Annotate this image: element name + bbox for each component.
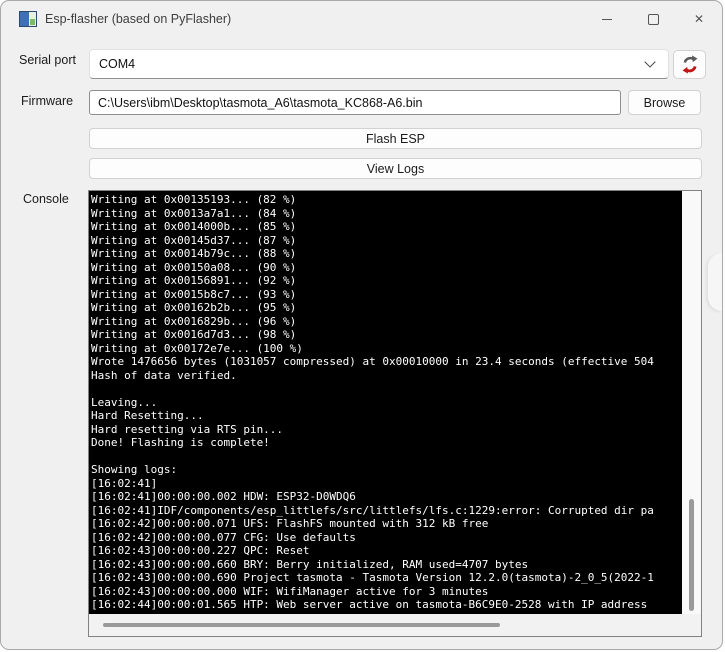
console-label: Console <box>23 192 69 206</box>
console-line: [16:02:42]00:00:00.071 UFS: FlashFS moun… <box>91 517 682 531</box>
flash-esp-button-label: Flash ESP <box>366 132 425 146</box>
console-line: [16:02:43]00:00:00.660 BRY: Berry initia… <box>91 558 682 572</box>
minimize-button[interactable] <box>584 1 630 37</box>
vertical-scrollbar-thumb[interactable] <box>689 499 694 611</box>
serial-port-label: Serial port <box>19 53 76 67</box>
title-bar[interactable]: Esp-flasher (based on PyFlasher) ✕ <box>1 1 722 37</box>
maximize-button[interactable] <box>630 1 676 37</box>
maximize-icon <box>648 14 659 25</box>
view-logs-button-label: View Logs <box>367 162 424 176</box>
console-vertical-scrollbar[interactable] <box>682 191 701 614</box>
view-logs-button[interactable]: View Logs <box>89 158 702 179</box>
console-line: [16:02:44]00:00:01.565 HTP: Web server a… <box>91 598 682 612</box>
console-horizontal-scrollbar[interactable] <box>89 614 701 636</box>
close-button[interactable]: ✕ <box>676 1 722 37</box>
browse-button[interactable]: Browse <box>628 90 701 115</box>
flash-esp-button[interactable]: Flash ESP <box>89 128 702 149</box>
console-line: [16:02:43]00:00:00.000 WIF: WifiManager … <box>91 585 682 599</box>
firmware-path-value: C:\Users\ibm\Desktop\tasmota_A6\tasmota_… <box>90 96 422 110</box>
serial-port-value: COM4 <box>90 57 646 71</box>
refresh-icon <box>680 55 700 74</box>
edge-peek-handle <box>708 253 722 311</box>
console-line: Hash of data verified. <box>91 369 682 383</box>
console-output[interactable]: Writing at 0x00135193... (82 %)Writing a… <box>88 190 702 637</box>
console-line: Writing at 0x00172e7e... (100 %) <box>91 342 682 356</box>
browse-button-label: Browse <box>644 96 686 110</box>
close-icon: ✕ <box>694 13 704 25</box>
console-line: [16:02:43]00:00:00.227 QPC: Reset <box>91 544 682 558</box>
console-line: Writing at 0x00156891... (92 %) <box>91 274 682 288</box>
console-text-area[interactable]: Writing at 0x00135193... (82 %)Writing a… <box>89 191 682 614</box>
console-line: Hard Resetting... <box>91 409 682 423</box>
console-line: [16:02:41]IDF/components/esp_littlefs/sr… <box>91 504 682 518</box>
console-line: [16:02:41] <box>91 477 682 491</box>
firmware-path-input[interactable]: C:\Users\ibm\Desktop\tasmota_A6\tasmota_… <box>89 90 621 115</box>
console-line: Writing at 0x0016d7d3... (98 %) <box>91 328 682 342</box>
console-line: Writing at 0x0014000b... (85 %) <box>91 220 682 234</box>
chevron-down-icon <box>644 56 655 67</box>
serial-port-combobox[interactable]: COM4 <box>89 49 669 79</box>
console-line: Writing at 0x00145d37... (87 %) <box>91 234 682 248</box>
minimize-icon <box>602 19 612 20</box>
firmware-label: Firmware <box>21 94 73 108</box>
console-line: Hard resetting via RTS pin... <box>91 423 682 437</box>
console-line: Writing at 0x00135193... (82 %) <box>91 193 682 207</box>
console-line: Leaving... <box>91 396 682 410</box>
refresh-ports-button[interactable] <box>673 50 706 79</box>
console-line <box>91 450 682 464</box>
console-line: Writing at 0x0016829b... (96 %) <box>91 315 682 329</box>
console-line: Writing at 0x00162b2b... (95 %) <box>91 301 682 315</box>
window-title: Esp-flasher (based on PyFlasher) <box>45 12 231 26</box>
console-line: Writing at 0x0015b8c7... (93 %) <box>91 288 682 302</box>
horizontal-scrollbar-thumb[interactable] <box>103 623 500 627</box>
console-line: Writing at 0x0013a7a1... (84 %) <box>91 207 682 221</box>
console-line: [16:02:41]00:00:00.002 HDW: ESP32-D0WDQ6 <box>91 490 682 504</box>
console-line: Writing at 0x0014b79c... (88 %) <box>91 247 682 261</box>
console-line: Writing at 0x00150a08... (90 %) <box>91 261 682 275</box>
console-line: [16:02:43]00:00:00.690 Project tasmota -… <box>91 571 682 585</box>
console-line <box>91 382 682 396</box>
console-line: Done! Flashing is complete! <box>91 436 682 450</box>
console-line: Wrote 1476656 bytes (1031057 compressed)… <box>91 355 682 369</box>
console-line: Showing logs: <box>91 463 682 477</box>
console-line: [16:02:42]00:00:00.077 CFG: Use defaults <box>91 531 682 545</box>
app-window: Esp-flasher (based on PyFlasher) ✕ Seria… <box>0 0 723 650</box>
app-icon <box>19 11 37 27</box>
